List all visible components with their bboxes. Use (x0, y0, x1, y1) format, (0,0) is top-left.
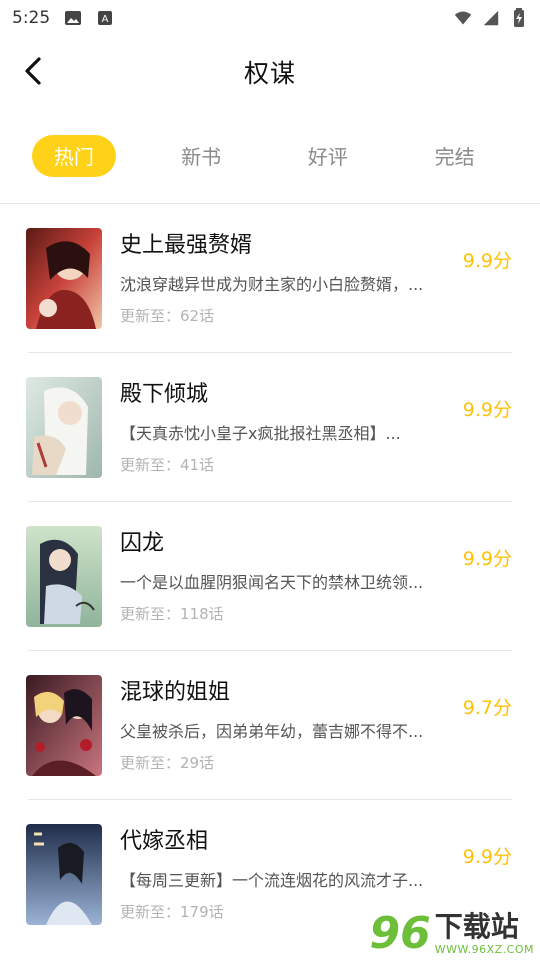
status-bar: 5:25 A (0, 0, 540, 36)
comic-title: 殿下倾城 (120, 381, 209, 407)
comic-description: 一个是以血腥阴狠闻名天下的禁林卫统领... (120, 572, 424, 592)
comic-title: 囚龙 (120, 530, 165, 556)
list-item[interactable]: 殿下倾城 【天真赤忱小皇子x疯批报社黑丞相】... 更新至：41话 9.9分 (26, 353, 512, 502)
wifi-icon (454, 9, 472, 27)
comic-description: 沈浪穿越异世成为财主家的小白脸赘婿，... (120, 274, 424, 294)
score-badge: 9.9分 (462, 250, 512, 272)
update-status: 更新至：41话 (120, 455, 215, 474)
cover-image (26, 227, 102, 329)
status-time: 5:25 (12, 8, 51, 28)
update-status: 更新至：29话 (120, 753, 215, 772)
battery-icon (510, 8, 528, 27)
tab-bar: 热门 新书 好评 完结 (0, 108, 540, 204)
watermark-url: WWW.96XZ.COM (434, 942, 534, 956)
tab-completed[interactable]: 完结 (391, 135, 518, 177)
update-status: 更新至：62话 (120, 306, 215, 325)
chevron-left-icon (25, 57, 41, 85)
comic-description: 父皇被杀后，因弟弟年幼，蕾吉娜不得不... (120, 721, 424, 741)
keyboard-icon: A (96, 9, 114, 27)
score-badge: 9.9分 (462, 399, 512, 421)
comic-title: 代嫁丞相 (120, 829, 209, 854)
tab-hot[interactable]: 热门 (32, 134, 116, 177)
list-item[interactable]: 囚龙 一个是以血腥阴狠闻名天下的禁林卫统领... 更新至：118话 9.9分 (26, 502, 512, 651)
cover-image (26, 674, 102, 776)
score-badge: 9.7分 (462, 697, 512, 719)
list-item[interactable]: 史上最强赘婿 沈浪穿越异世成为财主家的小白脸赘婿，... 更新至：62话 9.9… (26, 204, 512, 353)
tab-good-reviews[interactable]: 好评 (265, 135, 392, 177)
watermark-title: 下载站 (434, 910, 519, 944)
cover-image (26, 525, 102, 627)
header: 权谋 (0, 36, 540, 108)
score-badge: 9.9分 (462, 548, 512, 570)
list-item[interactable]: 混球的姐姐 父皇被杀后，因弟弟年幼，蕾吉娜不得不... 更新至：29话 9.7分 (26, 651, 512, 800)
comic-description: 【每周三更新】一个流连烟花的风流才子... (120, 871, 424, 890)
score-badge: 9.9分 (462, 846, 512, 868)
update-status: 更新至：118话 (120, 604, 224, 623)
signal-icon (482, 9, 500, 27)
cover-image (26, 824, 102, 925)
comic-description: 【天真赤忱小皇子x疯批报社黑丞相】... (120, 423, 401, 443)
back-button[interactable] (16, 54, 50, 88)
cover-image (26, 376, 102, 478)
comic-title: 史上最强赘婿 (120, 232, 253, 258)
tab-new-books[interactable]: 新书 (138, 135, 265, 177)
image-icon (64, 9, 82, 27)
watermark-logo: 96 下载站 WWW.96XZ.COM (369, 908, 535, 959)
page-title: 权谋 (243, 59, 296, 88)
svg-text:A: A (102, 14, 109, 25)
comic-list: 史上最强赘婿 沈浪穿越异世成为财主家的小白脸赘婿，... 更新至：62话 9.9… (0, 204, 540, 949)
watermark-brand: 96 (369, 908, 431, 959)
comic-title: 混球的姐姐 (120, 679, 231, 705)
